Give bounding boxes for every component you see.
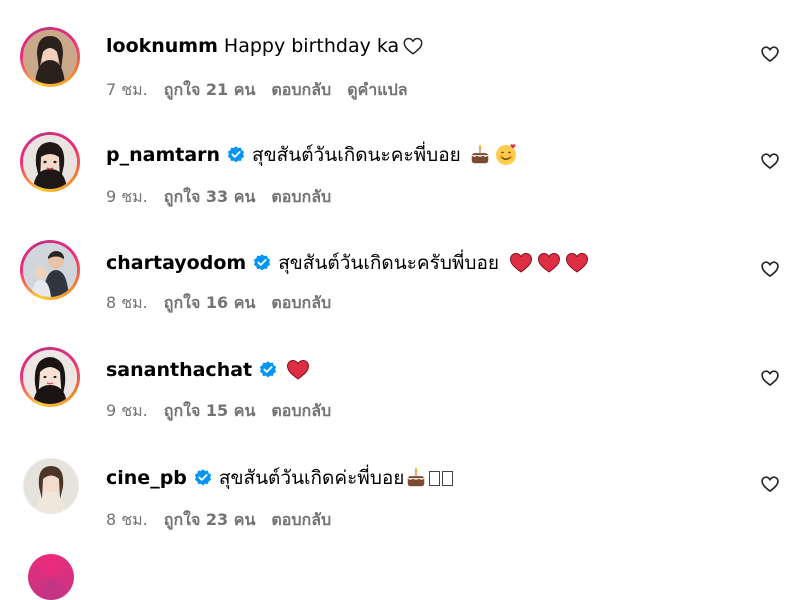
comment-meta: 9 ชม. ถูกใจ 33 คน ตอบกลับ (106, 185, 347, 210)
comment-item: chartayodom สุขสันต์วันเกิดนะครับพี่บอย … (0, 215, 800, 315)
reply-button[interactable]: ตอบกลับ (271, 399, 331, 424)
likes-count[interactable]: ถูกใจ 33 คน (164, 185, 256, 210)
verified-badge-icon (227, 146, 245, 163)
avatar-photo (23, 30, 77, 84)
like-heart-icon[interactable] (760, 368, 780, 388)
comment-meta: 8 ชม. ถูกใจ 16 คน ตอบกลับ (106, 291, 347, 316)
like-heart-icon[interactable] (760, 474, 780, 494)
comment-item: sananthachat 9 ชม. ถูกใจ 15 คน ตอบกลับ (0, 322, 800, 422)
avatar[interactable] (20, 27, 80, 87)
comment-time: 9 ชม. (106, 401, 148, 420)
username[interactable]: chartayodom (106, 250, 246, 276)
verified-badge-icon (254, 254, 271, 271)
like-heart-icon[interactable] (760, 44, 780, 64)
username[interactable]: sananthachat (106, 357, 252, 383)
smiling-face-with-hearts-icon (495, 144, 516, 165)
comment-time: 7 ชม. (106, 80, 148, 99)
likes-count[interactable]: ถูกใจ 16 คน (164, 291, 256, 316)
comment-time: 8 ชม. (106, 293, 148, 312)
red-heart-icon (510, 252, 533, 273)
red-heart-icon (287, 359, 310, 380)
comment-list: looknumm Happy birthday ka 7 ชม. ถูกใจ 2… (0, 0, 800, 600)
red-heart-icon (566, 252, 589, 273)
comment-text: Happy birthday ka (223, 35, 400, 57)
avatar[interactable] (20, 240, 80, 300)
unrendered-glyph-box (429, 470, 441, 486)
comment-meta: 8 ชม. ถูกใจ 23 คน ตอบกลับ (106, 508, 347, 533)
avatar[interactable] (20, 132, 80, 192)
verified-badge-icon (194, 469, 211, 486)
avatar[interactable] (20, 347, 80, 407)
avatar-photo (23, 135, 77, 189)
comment-item: cine_pb สุขสันต์วันเกิดค่ะพี่บอย 8 ชม. ถ… (0, 430, 800, 530)
username[interactable]: cine_pb (106, 465, 187, 491)
comment-text: สุขสันต์วันเกิดค่ะพี่บอย (218, 467, 405, 489)
red-heart-icon (538, 252, 561, 273)
comment-time: 8 ชม. (106, 510, 148, 529)
comment-meta: 9 ชม. ถูกใจ 15 คน ตอบกลับ (106, 399, 347, 424)
see-translation-button[interactable]: ดูคำแปล (347, 78, 407, 103)
comment-item: looknumm Happy birthday ka 7 ชม. ถูกใจ 2… (0, 0, 800, 100)
username[interactable]: looknumm (106, 33, 218, 59)
comment-meta: 7 ชม. ถูกใจ 21 คน ตอบกลับ ดูคำแปล (106, 78, 424, 103)
comment-time: 9 ชม. (106, 187, 148, 206)
avatar-photo (23, 243, 77, 297)
likes-count[interactable]: ถูกใจ 15 คน (164, 399, 256, 424)
white-heart-icon (403, 37, 423, 55)
comment-text: สุขสันต์วันเกิดนะครับพี่บอย (278, 252, 500, 274)
avatar-photo (23, 350, 77, 404)
reply-button[interactable]: ตอบกลับ (271, 78, 331, 103)
reply-button[interactable]: ตอบกลับ (271, 508, 331, 533)
birthday-cake-icon (408, 468, 425, 487)
avatar-photo (24, 459, 78, 513)
likes-count[interactable]: ถูกใจ 21 คน (164, 78, 256, 103)
birthday-cake-icon (471, 145, 489, 164)
like-heart-icon[interactable] (760, 259, 780, 279)
comment-text: สุขสันต์วันเกิดนะคะพี่บอย (252, 144, 461, 166)
verified-badge-icon (260, 361, 277, 378)
reply-button[interactable]: ตอบกลับ (271, 291, 331, 316)
avatar[interactable] (23, 458, 79, 514)
likes-count[interactable]: ถูกใจ 23 คน (164, 508, 256, 533)
comment-item: p_namtarn สุขสันต์วันเกิดนะคะพี่บอย 9 ชม… (0, 107, 800, 207)
unrendered-glyph-box (442, 470, 454, 486)
username[interactable]: p_namtarn (106, 142, 220, 168)
like-heart-icon[interactable] (760, 151, 780, 171)
reply-button[interactable]: ตอบกลับ (271, 185, 331, 210)
avatar[interactable] (28, 554, 74, 600)
